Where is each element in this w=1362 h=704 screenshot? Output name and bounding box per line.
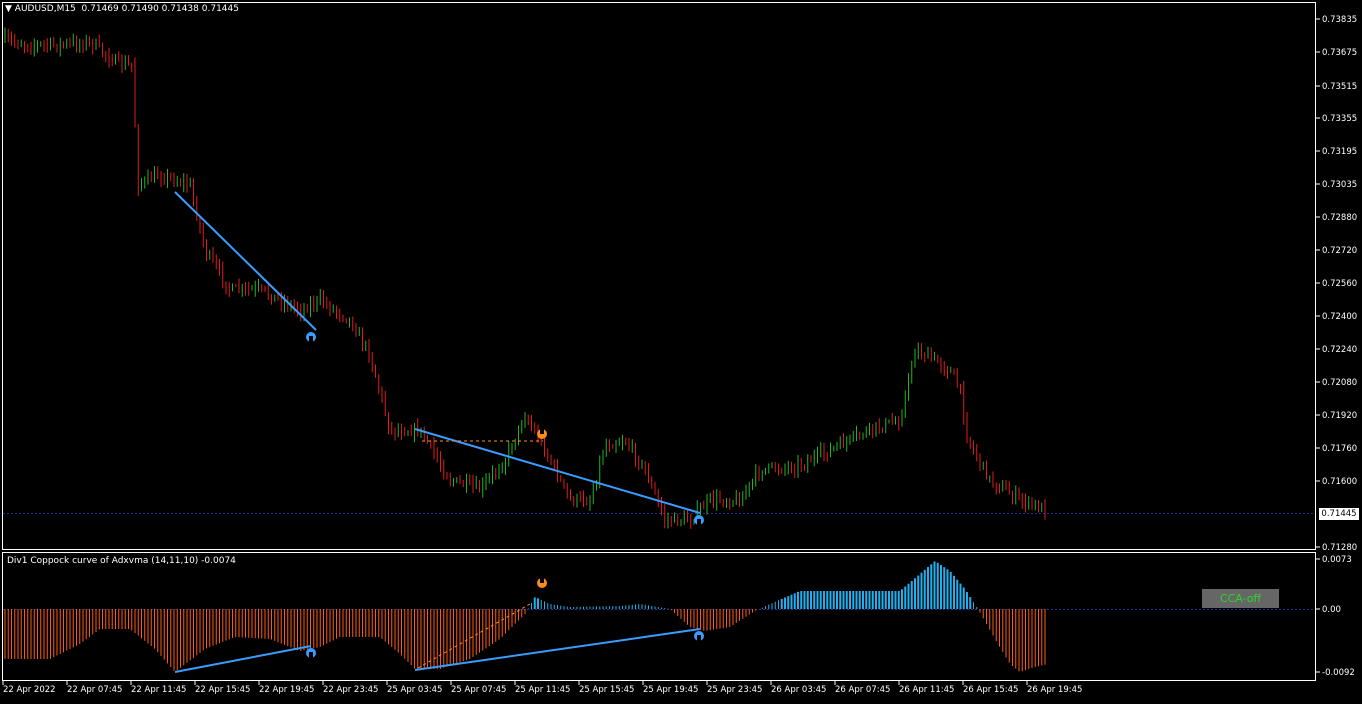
main-title: ▼ AUDUSD,M15 0.71469 0.71490 0.71438 0.7…	[5, 4, 239, 14]
divergence-line	[174, 191, 317, 331]
sub-axis-label: -0.0092	[1322, 668, 1355, 678]
divergence-line	[174, 645, 312, 673]
time-axis-label: 22 Apr 07:45	[67, 685, 122, 695]
time-axis-label: 22 Apr 15:45	[195, 685, 250, 695]
time-axis-label: 25 Apr 11:45	[515, 685, 570, 695]
price-axis: 0.73835 0.73675 0.73515 0.73355 0.73195 0.730…	[1315, 15, 1357, 553]
chart-canvas: 0.73835 0.73675 0.73515 0.73355 0.73195 0.730…	[2, 2, 1357, 695]
time-axis-label: 26 Apr 03:45	[771, 685, 826, 695]
indicator-title: Div1 Coppock curve of Adxvma (14,11,10) …	[7, 556, 236, 566]
price-axis-label: 0.72880	[1322, 213, 1357, 223]
time-axis-label: 25 Apr 19:45	[643, 685, 698, 695]
bearish-marker-icon	[537, 577, 547, 588]
price-axis-label: 0.72240	[1322, 345, 1357, 355]
divergence-dashed-line	[417, 603, 531, 669]
time-axis-label: 25 Apr 07:45	[451, 685, 506, 695]
divergence-line	[414, 428, 701, 514]
price-axis-label: 0.73355	[1322, 114, 1357, 124]
time-axis-label: 22 Apr 2022	[3, 685, 56, 695]
price-axis-label: 0.72400	[1322, 312, 1357, 322]
price-axis-label: 0.73515	[1322, 82, 1357, 92]
bullish-marker-icon	[306, 648, 316, 658]
price-axis-label: 0.73035	[1322, 180, 1357, 190]
price-axis-label: 0.71920	[1322, 411, 1357, 421]
ohlc-values: 0.71469 0.71490 0.71438 0.71445	[81, 4, 239, 14]
time-axis-label: 26 Apr 19:45	[1027, 685, 1082, 695]
time-axis-label: 26 Apr 15:45	[963, 685, 1018, 695]
price-axis-label: 0.72720	[1322, 246, 1357, 256]
current-price-tag: 0.71445	[1319, 508, 1359, 520]
price-axis-label: 0.73195	[1322, 147, 1357, 157]
time-axis-label: 22 Apr 19:45	[259, 685, 314, 695]
bullish-marker-icon	[694, 631, 704, 641]
candles-layer	[4, 27, 1046, 529]
price-axis-label: 0.72080	[1322, 378, 1357, 388]
price-axis-label: 0.71600	[1322, 477, 1357, 487]
divergence-line	[414, 628, 701, 671]
time-axis-label: 22 Apr 11:45	[131, 685, 186, 695]
time-axis-label: 22 Apr 23:45	[323, 685, 378, 695]
price-axis-label: 0.71280	[1322, 543, 1357, 553]
time-axis-label: 26 Apr 07:45	[835, 685, 890, 695]
cca-off-button[interactable]: CCA-off	[1202, 589, 1279, 608]
bullish-marker-icon	[694, 515, 704, 525]
trading-chart[interactable]: 0.73835 0.73675 0.73515 0.73355 0.73195 0.730…	[0, 0, 1362, 700]
price-axis-label: 0.73835	[1322, 15, 1357, 25]
time-axis-label: 26 Apr 11:45	[899, 685, 954, 695]
time-axis-label: 25 Apr 15:45	[579, 685, 634, 695]
sub-panel-border	[2, 552, 1316, 681]
sub-axis-label: 0.00	[1322, 605, 1341, 615]
bullish-marker-icon	[306, 332, 316, 342]
price-axis-label: 0.72560	[1322, 279, 1357, 289]
symbol-label: AUDUSD,M15	[14, 4, 76, 14]
dropdown-triangle-icon[interactable]: ▼	[5, 4, 12, 14]
time-axis: 22 Apr 2022 22 Apr 07:45 22 Apr 11:45 22 Ap…	[2, 681, 1082, 695]
sub-axis: 0.0073 0.00 -0.0092	[1315, 555, 1355, 678]
time-axis-label: 25 Apr 03:45	[387, 685, 442, 695]
time-axis-label: 25 Apr 23:45	[707, 685, 762, 695]
sub-axis-label: 0.0073	[1322, 555, 1352, 565]
main-panel-border	[2, 2, 1316, 550]
price-axis-label: 0.73675	[1322, 48, 1357, 58]
price-axis-label: 0.71760	[1322, 444, 1357, 454]
